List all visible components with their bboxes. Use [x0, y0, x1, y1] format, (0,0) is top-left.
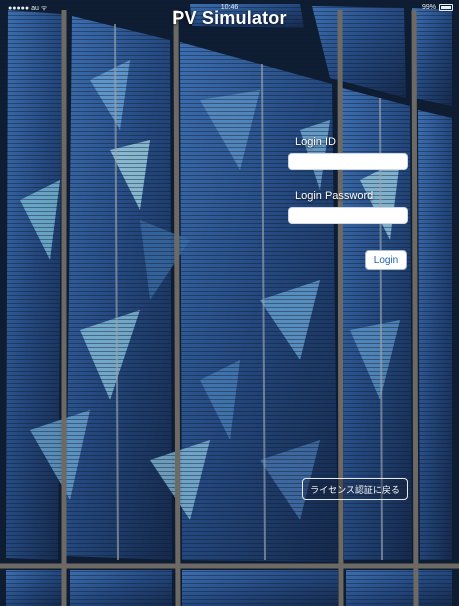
login-password-label: Login Password — [295, 190, 374, 202]
login-password-input[interactable] — [288, 207, 408, 224]
license-auth-back-button[interactable]: ライセンス認証に戻る — [302, 478, 408, 500]
solar-panel-background — [0, 0, 459, 606]
app-title: PV Simulator — [172, 8, 287, 28]
login-button[interactable]: Login — [365, 250, 407, 270]
login-id-input[interactable] — [288, 153, 408, 170]
login-id-label: Login ID — [295, 136, 336, 148]
